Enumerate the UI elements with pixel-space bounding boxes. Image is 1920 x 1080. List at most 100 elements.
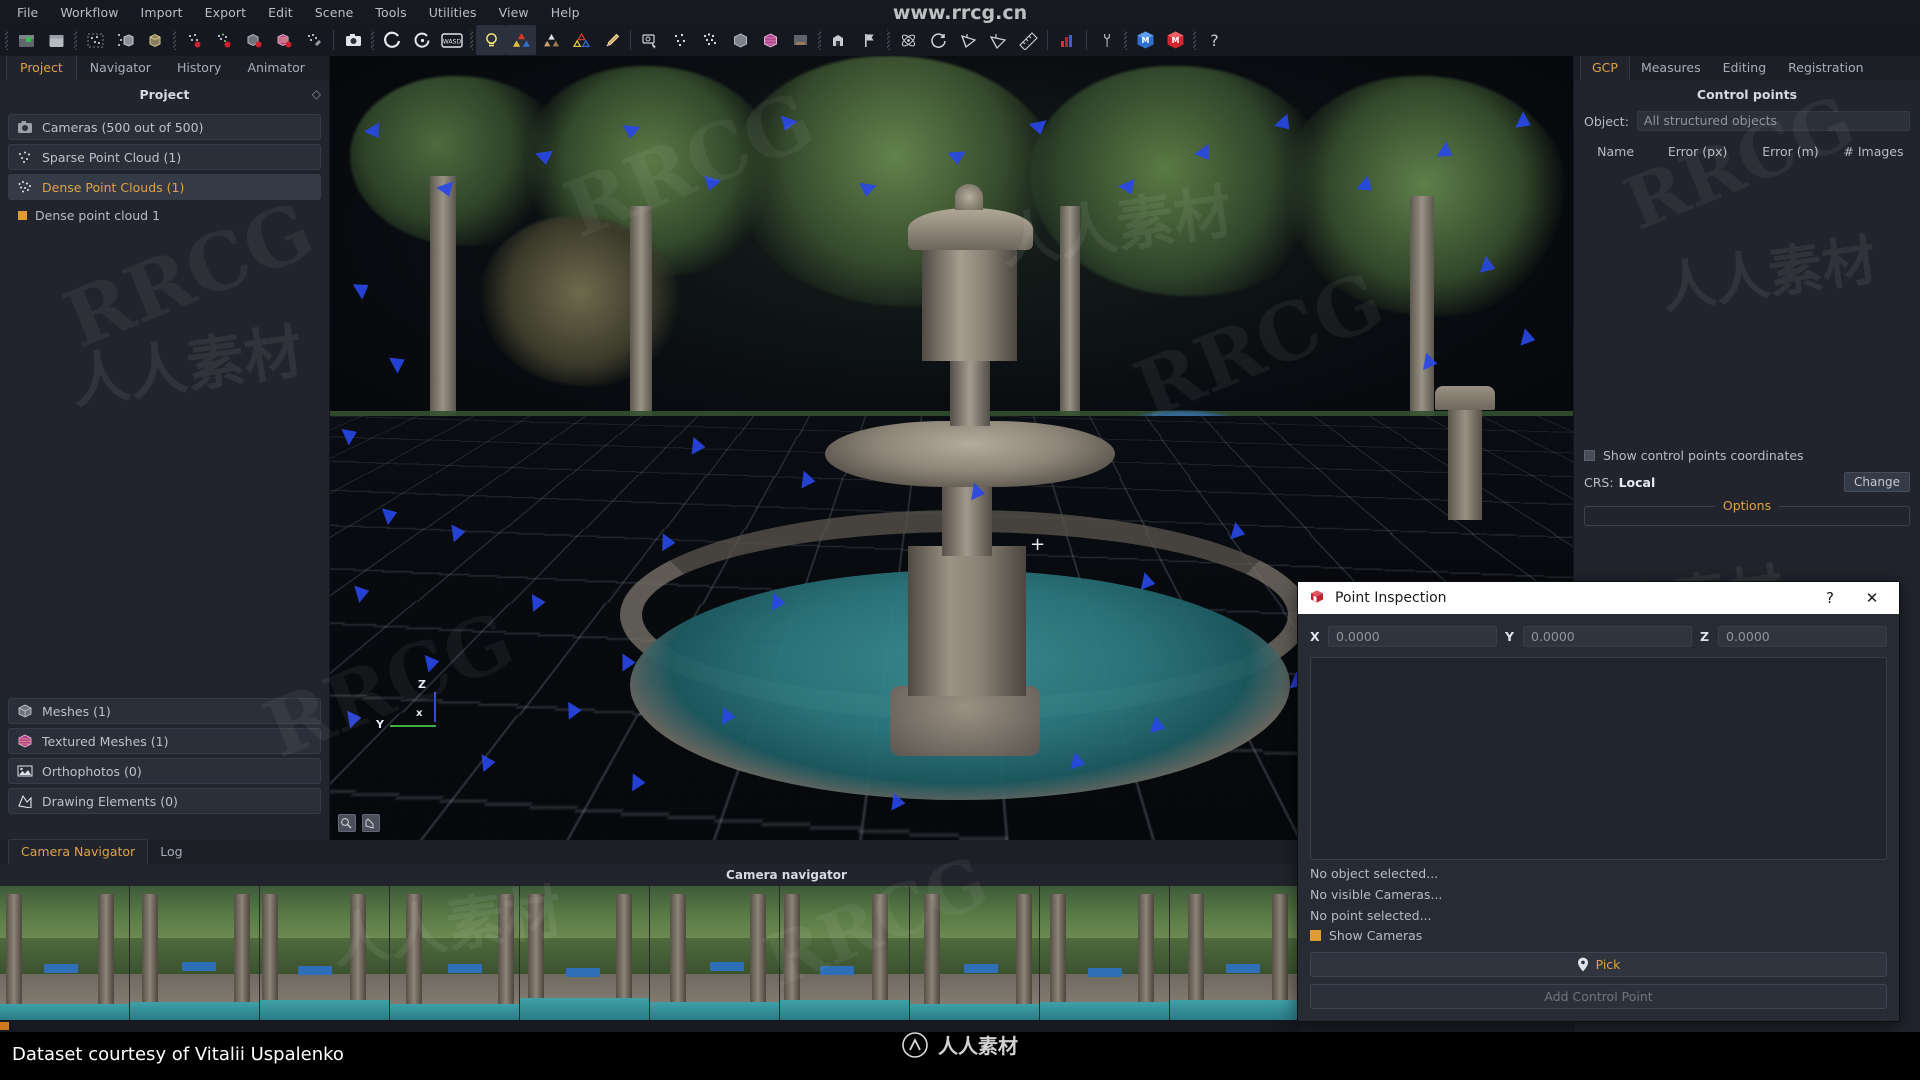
- toolbar-grip[interactable]: [1190, 27, 1199, 53]
- tab-gcp[interactable]: GCP: [1580, 55, 1630, 80]
- tab-editing[interactable]: Editing: [1712, 56, 1778, 80]
- x-coordinate-input[interactable]: 0.0000: [1328, 626, 1497, 647]
- sparse-cloud-icon[interactable]: [179, 25, 209, 55]
- menu-item-export[interactable]: Export: [194, 2, 258, 23]
- camera-marker[interactable]: [531, 593, 547, 612]
- menu-item-workflow[interactable]: Workflow: [49, 2, 129, 23]
- tab-animator[interactable]: Animator: [234, 56, 317, 80]
- camera-select-icon[interactable]: [635, 25, 665, 55]
- camera-icon[interactable]: [338, 25, 368, 55]
- inspection-preview-area[interactable]: [1310, 657, 1887, 860]
- toolbar-grip[interactable]: [1121, 27, 1130, 53]
- thumbnail-item[interactable]: [1170, 886, 1300, 1020]
- wasd-navigation-icon[interactable]: WASD: [437, 25, 467, 55]
- camera-marker[interactable]: [891, 792, 907, 813]
- menu-item-file[interactable]: File: [6, 2, 49, 23]
- change-crs-button[interactable]: Change: [1844, 472, 1910, 492]
- pan-tool-button[interactable]: [362, 814, 380, 832]
- rgb-triangles-icon[interactable]: [506, 25, 536, 55]
- align-images-icon[interactable]: [80, 25, 110, 55]
- new-project-icon[interactable]: [11, 25, 41, 55]
- tree-item-dense-point-clouds[interactable]: Dense Point Clouds (1): [8, 174, 321, 200]
- measure-height-icon[interactable]: [824, 25, 854, 55]
- tree-item-orthophotos[interactable]: Orthophotos (0): [8, 758, 321, 784]
- toolbar-grip[interactable]: [815, 27, 824, 53]
- pin-icon[interactable]: ◇: [312, 87, 321, 101]
- thumbnail-item[interactable]: [0, 886, 130, 1020]
- tree-item-meshes[interactable]: Meshes (1): [8, 698, 321, 724]
- point-inspection-dialog[interactable]: Point Inspection ? ✕ X 0.0000 Y 0.0000 Z…: [1297, 581, 1900, 1022]
- mesh-cube-icon[interactable]: [725, 25, 755, 55]
- camera-marker[interactable]: [622, 653, 636, 672]
- filmstrip-scrollbar[interactable]: [0, 1020, 1300, 1032]
- camera-marker[interactable]: [535, 150, 555, 167]
- camera-marker[interactable]: [568, 701, 582, 720]
- camera-marker[interactable]: [947, 151, 967, 166]
- tab-navigator[interactable]: Navigator: [77, 56, 164, 80]
- menu-item-edit[interactable]: Edit: [257, 2, 304, 23]
- y-coordinate-input[interactable]: 0.0000: [1523, 626, 1692, 647]
- menu-item-view[interactable]: View: [488, 2, 540, 23]
- pick-button[interactable]: Pick: [1310, 952, 1887, 977]
- point-cloud-edit-icon[interactable]: [299, 25, 329, 55]
- thumbnail-item[interactable]: [780, 886, 910, 1020]
- menu-item-utilities[interactable]: Utilities: [418, 2, 488, 23]
- textured-cube-icon[interactable]: [755, 25, 785, 55]
- show-coords-checkbox[interactable]: [1584, 449, 1595, 461]
- column-error-px[interactable]: Error (px): [1649, 144, 1746, 159]
- wireframe-triangles-icon[interactable]: [566, 25, 596, 55]
- tab-camera-navigator[interactable]: Camera Navigator: [8, 839, 149, 864]
- zoom-tool-button[interactable]: [338, 814, 356, 832]
- tree-item-sparse-point-cloud[interactable]: Sparse Point Cloud (1): [8, 144, 321, 170]
- tab-measures[interactable]: Measures: [1630, 56, 1712, 80]
- mesh-blue-icon[interactable]: M: [1130, 25, 1160, 55]
- tree-item-drawing-elements[interactable]: Drawing Elements (0): [8, 788, 321, 814]
- toolbar-grip[interactable]: [467, 27, 476, 53]
- show-cameras-checkbox[interactable]: [1310, 929, 1321, 941]
- toolbar-grip[interactable]: [2, 27, 11, 53]
- show-control-points-coordinates-row[interactable]: Show control points coordinates: [1574, 444, 1920, 466]
- camera-marker[interactable]: [857, 182, 877, 199]
- dialog-title-bar[interactable]: Point Inspection ? ✕: [1298, 582, 1899, 614]
- thumbnail-item[interactable]: [910, 886, 1040, 1020]
- tab-project[interactable]: Project: [6, 55, 77, 80]
- camera-marker[interactable]: [451, 522, 467, 543]
- object-select[interactable]: All structured objects: [1636, 111, 1910, 131]
- mesh-model-icon[interactable]: [239, 25, 269, 55]
- camera-marker[interactable]: [771, 592, 787, 613]
- thumbnail-item[interactable]: [1040, 886, 1170, 1020]
- tree-item-cameras[interactable]: Cameras (500 out of 500): [8, 114, 321, 140]
- show-cameras-row[interactable]: Show Cameras: [1310, 925, 1887, 945]
- column-error-m[interactable]: Error (m): [1746, 144, 1835, 159]
- textured-mesh-icon[interactable]: [269, 25, 299, 55]
- tree-child-dense-point-cloud-1[interactable]: Dense point cloud 1: [0, 204, 329, 227]
- menu-item-scene[interactable]: Scene: [304, 2, 365, 23]
- camera-navigator-filmstrip[interactable]: [0, 886, 1300, 1020]
- reset-view-icon[interactable]: [923, 25, 953, 55]
- add-control-point-button[interactable]: Add Control Point: [1310, 984, 1887, 1009]
- help-question-icon[interactable]: ?: [1199, 25, 1229, 55]
- tree-item-textured-meshes[interactable]: Textured Meshes (1): [8, 728, 321, 754]
- menu-item-tools[interactable]: Tools: [364, 2, 417, 23]
- orthophoto-icon[interactable]: [785, 25, 815, 55]
- ruler-icon[interactable]: [1013, 25, 1043, 55]
- camera-marker[interactable]: [632, 773, 646, 792]
- z-coordinate-input[interactable]: 0.0000: [1718, 626, 1887, 647]
- settings-wrench-icon[interactable]: [1091, 25, 1121, 55]
- toolbar-grip[interactable]: [884, 27, 893, 53]
- thumbnail-item[interactable]: [650, 886, 780, 1020]
- thumbnail-item[interactable]: [130, 886, 260, 1020]
- filmstrip-scroll-thumb[interactable]: [0, 1022, 9, 1030]
- toolbar-grip[interactable]: [71, 27, 80, 53]
- tab-history[interactable]: History: [164, 56, 234, 80]
- light-bulb-icon[interactable]: [476, 25, 506, 55]
- toolbar-grip[interactable]: [368, 27, 377, 53]
- thumbnail-item[interactable]: [260, 886, 390, 1020]
- menu-item-help[interactable]: Help: [540, 2, 591, 23]
- inspect-point-icon[interactable]: [893, 25, 923, 55]
- reconstruct-model-icon[interactable]: [110, 25, 140, 55]
- camera-marker[interactable]: [721, 707, 737, 726]
- brush-icon[interactable]: [596, 25, 626, 55]
- camera-marker[interactable]: [801, 470, 817, 491]
- texture-model-icon[interactable]: [140, 25, 170, 55]
